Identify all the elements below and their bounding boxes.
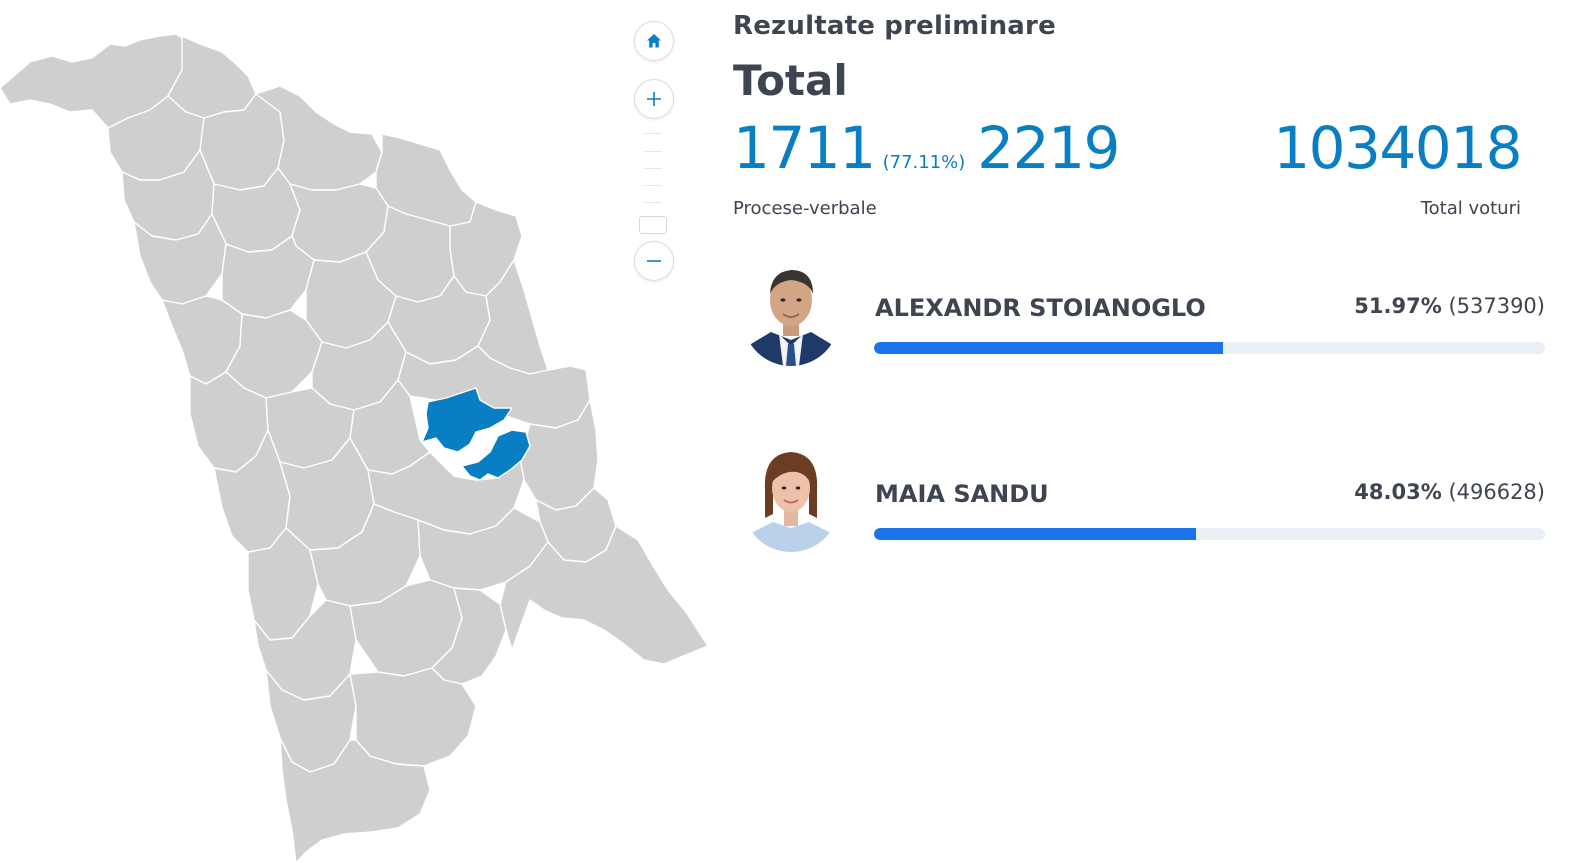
total-votes-label: Total voturi [1420,198,1521,219]
candidate-result: 51.97% (537390) [1354,294,1545,318]
zoom-tick [644,168,662,169]
candidate-name: MAIA SANDU [875,480,1049,508]
avatar [743,248,839,366]
zoom-in-button[interactable] [634,79,674,119]
map-panel [0,0,720,863]
candidate-progress-bar [874,342,1545,354]
candidate-row[interactable]: MAIA SANDU 48.03% (496628) [733,430,1553,552]
home-icon [645,32,663,50]
candidate-name: ALEXANDR STOIANOGLO [875,294,1206,322]
zoom-slider-handle[interactable] [639,216,667,234]
results-subtitle: Rezultate preliminare [733,11,1056,41]
home-button[interactable] [634,21,674,61]
total-votes: 1034018 [1273,114,1522,182]
protocols-label: Procese-verbale [733,198,877,219]
protocols-total: 2219 [977,114,1120,182]
map-controls [634,21,674,283]
page-title: Total [733,56,848,105]
candidate-row[interactable]: ALEXANDR STOIANOGLO 51.97% (537390) [733,244,1553,366]
protocols-percent: (77.11%) [882,152,966,173]
results-panel: Rezultate preliminare Total 1711 (77.11%… [733,0,1553,863]
plus-icon [645,90,663,108]
candidate-progress-bar [874,528,1545,540]
protocols-counter: 1711 (77.11%) 2219 [733,114,1120,182]
candidate-progress-fill [874,528,1197,540]
moldova-map[interactable] [0,0,720,863]
zoom-tick [644,151,662,152]
map-region[interactable] [349,667,477,767]
protocols-counted: 1711 [733,114,876,182]
avatar [743,434,839,552]
minus-icon [645,252,663,270]
candidate-votes: (537390) [1448,294,1545,318]
candidate-result: 48.03% (496628) [1354,480,1545,504]
map-regions [0,33,709,863]
zoom-tick [644,202,662,203]
zoom-tick [644,133,662,134]
candidate-percent: 51.97% [1354,294,1442,318]
zoom-out-button[interactable] [634,241,674,281]
candidate-votes: (496628) [1448,480,1545,504]
zoom-tick [644,185,662,186]
candidate-progress-fill [874,342,1223,354]
candidate-percent: 48.03% [1354,480,1442,504]
